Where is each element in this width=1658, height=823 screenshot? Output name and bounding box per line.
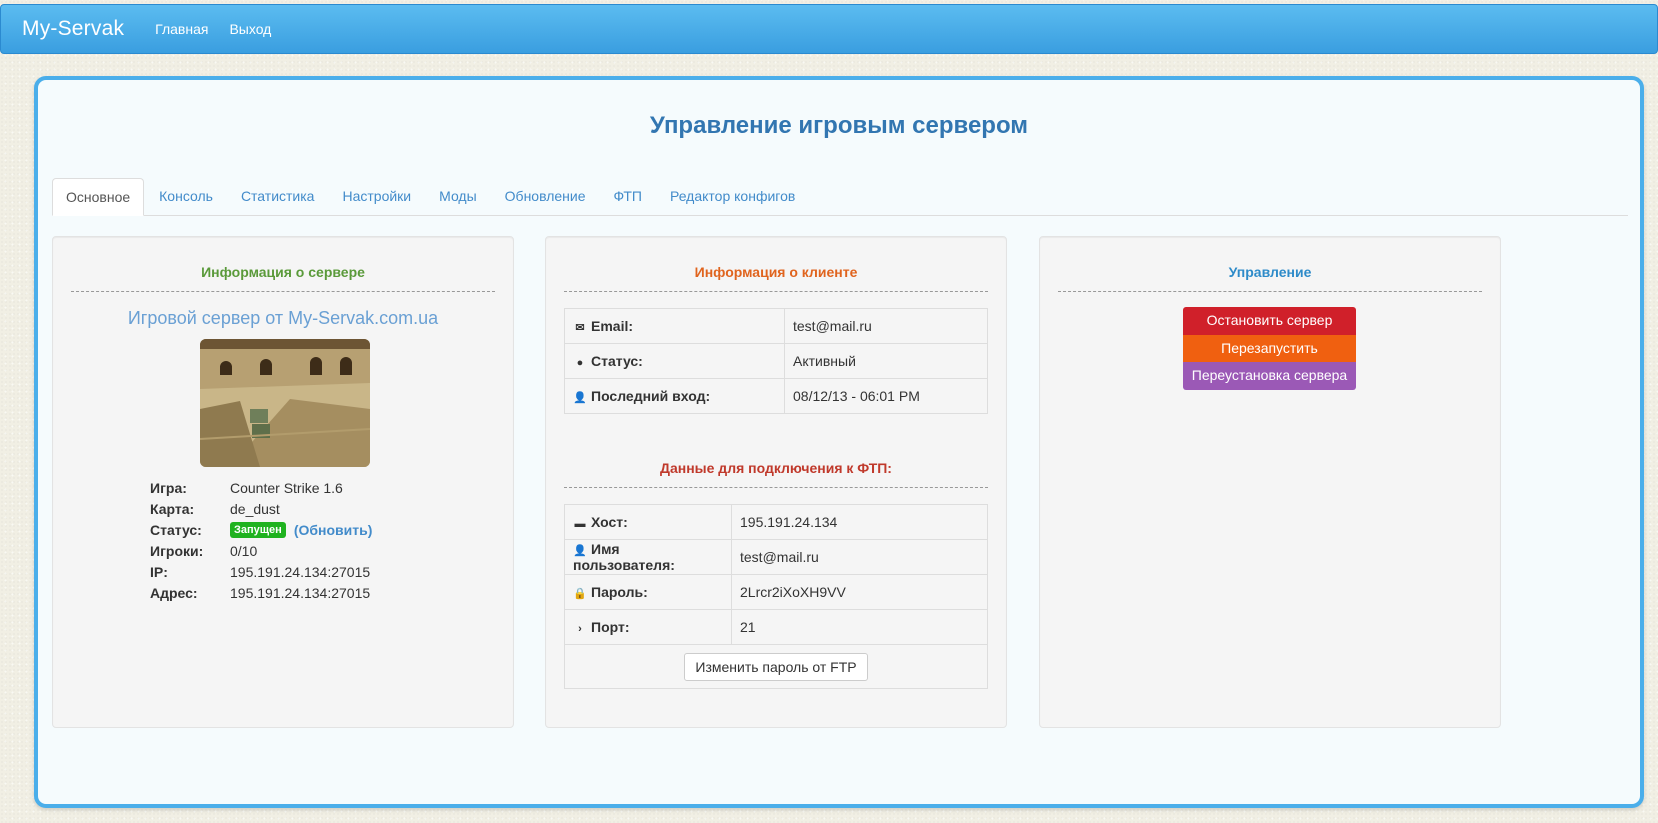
client-email-value: test@mail.ru: [784, 308, 988, 344]
ftp-host-label: Хост:: [591, 514, 628, 530]
info-row-map: Карта: de_dust: [150, 498, 372, 519]
info-row-status: Статус: Запущен (Обновить): [150, 519, 372, 540]
label-game: Игра:: [150, 479, 187, 496]
table-row: › Порт: 21: [564, 609, 988, 645]
server-info-heading: Информация о сервере: [71, 264, 495, 292]
value-game: Counter Strike 1.6: [230, 479, 343, 496]
ftp-user-label-cell: 👤 Имя пользователя:: [564, 539, 732, 575]
server-name: Игровой сервер от My-Servak.com.ua: [127, 308, 439, 328]
info-row-ip: IP: 195.191.24.134:27015: [150, 561, 372, 582]
ftp-port-label-cell: › Порт:: [564, 609, 732, 645]
label-players: Игроки:: [150, 542, 204, 559]
info-row-game: Игра: Counter Strike 1.6: [150, 477, 372, 498]
server-info-list: Игра: Counter Strike 1.6 Карта: de_dust …: [150, 477, 372, 603]
info-row-players: Игроки: 0/10: [150, 540, 372, 561]
control-heading: Управление: [1058, 264, 1482, 292]
label-ip: IP:: [150, 563, 168, 580]
lock-icon: 🔒: [573, 588, 587, 600]
client-status-label-cell: ● Статус:: [564, 343, 785, 379]
table-row: 🔒 Пароль: 2Lrcr2iXoXH9VV: [564, 574, 988, 610]
tab-console[interactable]: Консоль: [146, 178, 226, 215]
hdd-icon: ▬: [574, 518, 586, 530]
exclamation-icon: ●: [576, 357, 584, 369]
table-row: ● Статус: Активный: [564, 343, 988, 379]
nav-link-logout[interactable]: Выход: [229, 21, 271, 37]
ftp-user-value: test@mail.ru: [731, 539, 988, 575]
info-row-address: Адрес: 195.191.24.134:27015: [150, 582, 372, 603]
server-info-panel: Информация о сервере Игровой сервер от M…: [52, 236, 514, 728]
change-ftp-password-button[interactable]: Изменить пароль от FTP: [684, 652, 868, 681]
ftp-password-label: Пароль:: [591, 584, 648, 600]
client-info-panel: Информация о клиенте ✉ Email: test@mail.r…: [545, 236, 1007, 728]
label-address: Адрес:: [150, 584, 198, 601]
ftp-port-label: Порт:: [591, 619, 630, 635]
control-button-group: Остановить сервер Перезапустить Переуста…: [1183, 307, 1356, 390]
control-panel: Управление Остановить сервер Перезапусти…: [1039, 236, 1501, 728]
tab-bar: Основное Консоль Статистика Настройки Мо…: [52, 178, 1628, 216]
client-info-table: ✉ Email: test@mail.ru ● Статус: Активный 👤…: [564, 308, 988, 414]
ftp-info-table: ▬ Хост: 195.191.24.134 👤 Имя пользователя:…: [564, 504, 988, 689]
user-icon: 👤: [573, 545, 587, 557]
ftp-port-value: 21: [731, 609, 988, 645]
client-email-label: Email:: [591, 318, 634, 334]
brand-logo[interactable]: My-Servak: [1, 17, 124, 41]
map-preview-image: [200, 339, 370, 467]
client-lastlogin-value: 08/12/13 - 06:01 PM: [784, 378, 988, 414]
client-lastlogin-label-cell: 👤 Последний вход:: [564, 378, 785, 414]
tab-mods[interactable]: Моды: [426, 178, 490, 215]
value-map: de_dust: [230, 500, 280, 517]
ftp-host-value: 195.191.24.134: [731, 504, 988, 540]
ftp-info-heading: Данные для подключения к ФТП:: [564, 460, 988, 488]
value-ip: 195.191.24.134:27015: [230, 563, 371, 580]
tab-main[interactable]: Основное: [52, 178, 145, 216]
client-status-value: Активный: [784, 343, 988, 379]
client-email-label-cell: ✉ Email:: [564, 308, 785, 344]
refresh-link[interactable]: (Обновить): [294, 522, 373, 538]
tab-ftp[interactable]: ФТП: [601, 178, 655, 215]
value-players: 0/10: [230, 542, 258, 559]
user-icon: 👤: [573, 392, 587, 404]
reinstall-server-button[interactable]: Переустановка сервера: [1183, 362, 1356, 390]
table-row: 👤 Последний вход: 08/12/13 - 06:01 PM: [564, 378, 988, 414]
label-map: Карта:: [150, 500, 195, 517]
restart-server-button[interactable]: Перезапустить: [1183, 335, 1356, 362]
label-status: Статус:: [150, 521, 202, 538]
page-title: Управление игровым сервером: [649, 112, 1029, 139]
envelope-icon: ✉: [575, 322, 585, 334]
status-badge: Запущен: [230, 521, 286, 538]
main-panel: Управление игровым сервером Основное Кон…: [34, 76, 1644, 808]
table-row: ✉ Email: test@mail.ru: [564, 308, 988, 344]
ftp-button-cell: Изменить пароль от FTP: [564, 644, 988, 689]
ftp-user-label: Имя пользователя:: [573, 541, 675, 573]
nav-link-home[interactable]: Главная: [155, 21, 208, 37]
table-row: 👤 Имя пользователя: test@mail.ru: [564, 539, 988, 575]
ftp-password-value: 2Lrcr2iXoXH9VV: [731, 574, 988, 610]
value-address: 195.191.24.134:27015: [230, 584, 371, 601]
table-row: ▬ Хост: 195.191.24.134: [564, 504, 988, 540]
ftp-host-label-cell: ▬ Хост:: [564, 504, 732, 540]
top-navbar: My-Servak Главная Выход: [0, 4, 1658, 54]
client-info-heading: Информация о клиенте: [564, 264, 988, 292]
stop-server-button[interactable]: Остановить сервер: [1183, 307, 1356, 335]
ftp-password-label-cell: 🔒 Пароль:: [564, 574, 732, 610]
table-row: Изменить пароль от FTP: [564, 644, 988, 689]
client-status-label: Статус:: [591, 353, 643, 369]
tab-settings[interactable]: Настройки: [329, 178, 424, 215]
tab-config-editor[interactable]: Редактор конфигов: [657, 178, 808, 215]
client-lastlogin-label: Последний вход:: [591, 388, 711, 404]
tab-statistics[interactable]: Статистика: [228, 178, 328, 215]
chevron-right-icon: ›: [578, 623, 582, 635]
tab-update[interactable]: Обновление: [492, 178, 599, 215]
